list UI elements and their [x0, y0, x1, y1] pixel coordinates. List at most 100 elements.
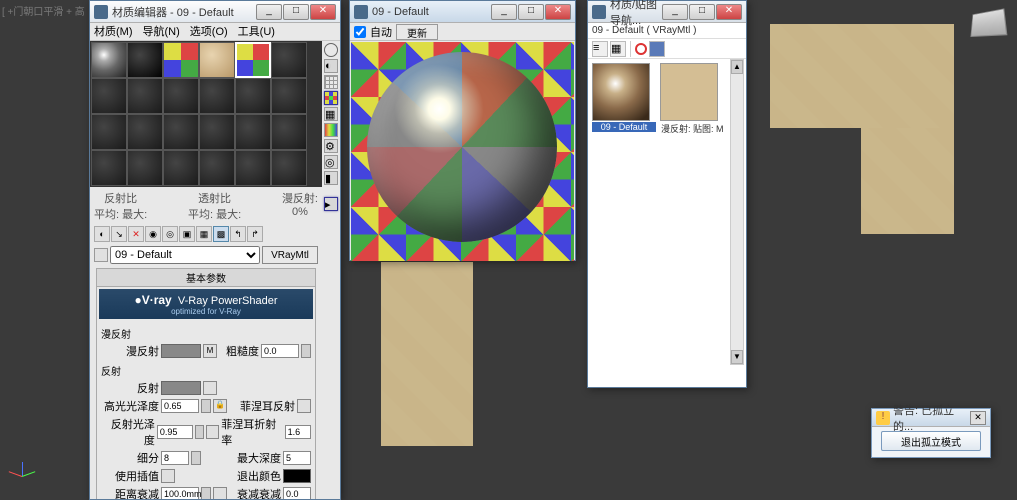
close-button[interactable]: ✕	[310, 4, 336, 20]
material-slot[interactable]	[127, 78, 163, 114]
material-slot[interactable]	[199, 114, 235, 150]
material-slot[interactable]	[91, 42, 127, 78]
titlebar[interactable]: 09 - Default _ □ ✕	[350, 1, 575, 23]
material-slot[interactable]	[163, 42, 199, 78]
show-end-icon[interactable]: ▩	[213, 226, 229, 242]
material-slot[interactable]	[127, 114, 163, 150]
material-map-icon[interactable]: ▮	[324, 171, 338, 185]
scrollbar[interactable]: ▲ ▼	[730, 59, 744, 365]
material-slot[interactable]	[199, 78, 235, 114]
gloss-map[interactable]	[206, 425, 219, 439]
background-icon[interactable]	[324, 75, 338, 89]
material-slot[interactable]	[271, 78, 307, 114]
diffuse-map-button[interactable]: M	[203, 344, 217, 358]
titlebar[interactable]: 材质编辑器 - 09 - Default _ □ ✕	[90, 1, 340, 23]
material-slot[interactable]	[163, 78, 199, 114]
pick-icon[interactable]	[94, 248, 108, 262]
material-type-button[interactable]: VRayMtl	[262, 246, 318, 264]
reflect-map-button[interactable]	[203, 381, 217, 395]
menu-tools[interactable]: 工具(U)	[238, 23, 275, 40]
sample-uv-icon[interactable]	[324, 91, 338, 105]
spinner-buttons[interactable]	[191, 451, 201, 465]
delete-icon[interactable]: ✕	[128, 226, 144, 242]
video-color-icon[interactable]: ▦	[324, 107, 338, 121]
copy-icon[interactable]: ◉	[145, 226, 161, 242]
scroll-down-icon[interactable]: ▼	[731, 350, 743, 364]
material-slot-selected[interactable]	[235, 42, 271, 78]
put-icon[interactable]: ▣	[179, 226, 195, 242]
gloss-spinner[interactable]: 0.95	[157, 425, 193, 439]
maximize-button[interactable]: □	[518, 4, 544, 20]
depth-spinner[interactable]: 5	[283, 451, 311, 465]
titlebar[interactable]: ! 警告: 已孤立的... ✕	[872, 409, 990, 427]
red-circle-icon[interactable]	[635, 43, 647, 55]
material-slot[interactable]	[127, 42, 163, 78]
fresnel-check[interactable]	[297, 399, 311, 413]
options-icon[interactable]: ⚙	[324, 139, 338, 153]
backlight-icon[interactable]: ◐	[324, 59, 338, 73]
viewcube[interactable]	[970, 8, 1007, 37]
material-slot[interactable]	[127, 150, 163, 186]
material-slot[interactable]	[271, 42, 307, 78]
interp-check[interactable]	[161, 469, 175, 483]
material-slot[interactable]	[199, 42, 235, 78]
scroll-up-icon[interactable]: ▲	[731, 60, 743, 74]
go-forward-icon[interactable]: ↱	[247, 226, 263, 242]
material-slot[interactable]	[271, 114, 307, 150]
titlebar[interactable]: 材质/贴图导航... _ □ ✕	[588, 1, 746, 23]
view-small-icon[interactable]: ▦	[610, 41, 626, 57]
material-slot[interactable]	[235, 150, 271, 186]
dimfall-spinner[interactable]: 0.0	[283, 487, 311, 499]
make-preview-icon[interactable]	[324, 123, 338, 137]
menu-options[interactable]: 选项(O)	[190, 23, 228, 40]
rollout-header[interactable]: 基本参数	[97, 269, 315, 287]
lock-button[interactable]: 🔒	[213, 399, 227, 413]
maximize-button[interactable]: □	[283, 4, 309, 20]
view-list-icon[interactable]: ≡	[592, 41, 608, 57]
spinner-buttons[interactable]	[201, 487, 211, 499]
close-button[interactable]: ✕	[716, 4, 742, 20]
blue-sphere-icon[interactable]	[649, 41, 665, 57]
close-button[interactable]: ✕	[970, 411, 986, 425]
spinner-buttons[interactable]	[201, 399, 211, 413]
spinner-buttons[interactable]	[301, 344, 311, 358]
scene-object[interactable]	[861, 128, 954, 234]
nav-item[interactable]: 漫反射: 贴图: M	[660, 63, 724, 135]
ior-spinner[interactable]: 1.6	[285, 425, 311, 439]
update-button[interactable]: 更新	[396, 24, 438, 40]
exit-swatch[interactable]	[283, 469, 311, 483]
material-slot[interactable]	[235, 114, 271, 150]
assign-icon[interactable]: ↘	[111, 226, 127, 242]
minimize-button[interactable]: _	[662, 4, 688, 20]
material-slot[interactable]	[235, 78, 271, 114]
material-name-select[interactable]: 09 - Default	[110, 246, 260, 264]
material-slot[interactable]	[271, 150, 307, 186]
minimize-button[interactable]: _	[491, 4, 517, 20]
maximize-button[interactable]: □	[689, 4, 715, 20]
material-slot[interactable]	[91, 114, 127, 150]
exit-isolate-button[interactable]: 退出孤立模式	[881, 431, 981, 451]
material-slot[interactable]	[91, 78, 127, 114]
menu-navigation[interactable]: 导航(N)	[143, 23, 180, 40]
dim-spinner[interactable]: 100.0mm	[161, 487, 199, 499]
end-result-icon[interactable]: ▸	[324, 197, 338, 211]
reflect-swatch[interactable]	[161, 381, 201, 395]
spinner-buttons[interactable]	[195, 425, 204, 439]
subdiv-spinner[interactable]: 8	[161, 451, 189, 465]
select-by-icon[interactable]: ◎	[324, 155, 338, 169]
make-unique-icon[interactable]: ◎	[162, 226, 178, 242]
material-slot[interactable]	[91, 150, 127, 186]
roughness-spinner[interactable]: 0.0	[261, 344, 299, 358]
material-slot[interactable]	[163, 150, 199, 186]
show-map-icon[interactable]: ▦	[196, 226, 212, 242]
scene-object[interactable]	[381, 262, 473, 446]
material-slot[interactable]	[199, 150, 235, 186]
minimize-button[interactable]: _	[256, 4, 282, 20]
auto-checkbox[interactable]	[354, 26, 366, 38]
scene-object[interactable]	[770, 24, 954, 128]
menu-material[interactable]: 材质(M)	[94, 23, 133, 40]
hilight-spinner[interactable]: 0.65	[161, 399, 199, 413]
diffuse-swatch[interactable]	[161, 344, 201, 358]
dim-check[interactable]	[213, 487, 227, 499]
close-button[interactable]: ✕	[545, 4, 571, 20]
